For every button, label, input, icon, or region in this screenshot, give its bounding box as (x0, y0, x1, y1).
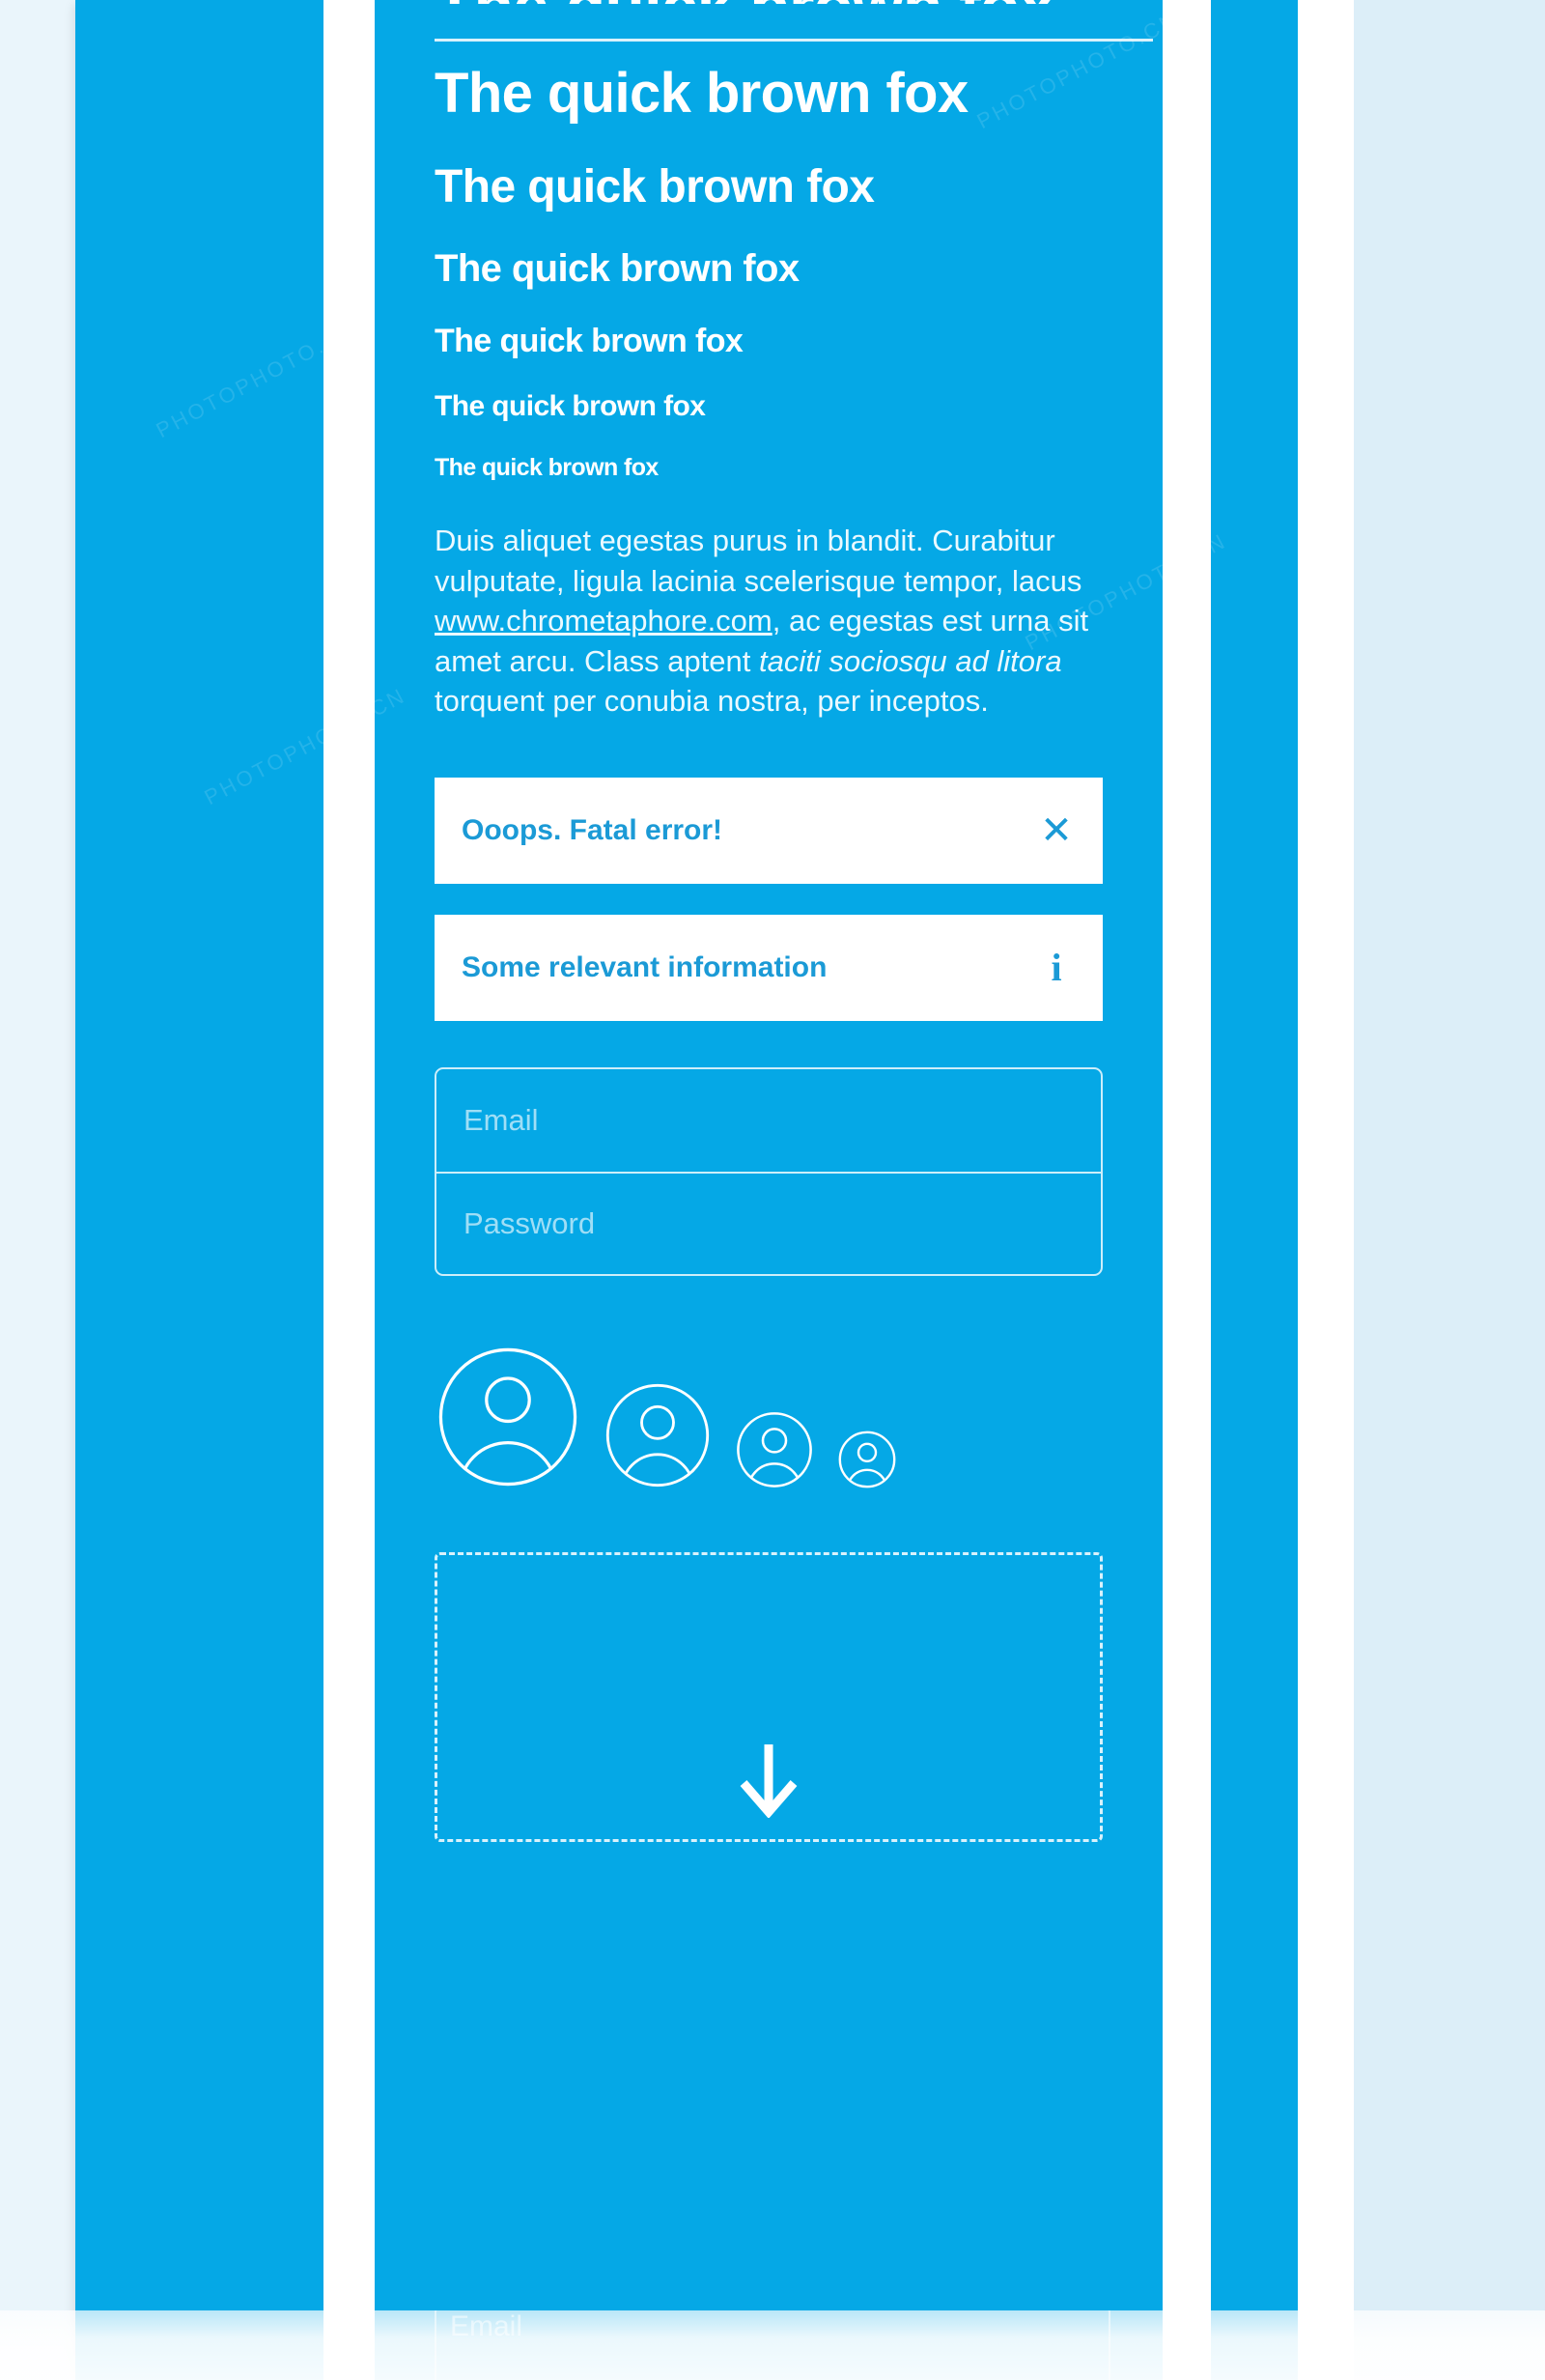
close-icon[interactable]: ✕ (1035, 809, 1078, 852)
background-gutter-left (323, 0, 375, 2380)
background-band-left-accent (75, 0, 323, 2380)
alert-info[interactable]: Some relevant information i (435, 914, 1103, 1021)
heading-h5: The quick brown fox (435, 390, 706, 422)
header-divider (435, 39, 1153, 42)
alert-error[interactable]: Ooops. Fatal error! ✕ (435, 777, 1103, 884)
heading-specimens: The quick brown fox The quick brown fox … (435, 0, 1103, 480)
heading-h4: The quick brown fox (435, 323, 744, 359)
heading-h6: The quick brown fox (435, 454, 659, 481)
avatar-md[interactable] (736, 1411, 813, 1488)
paragraph-emphasis: taciti sociosqu ad litora (759, 643, 1062, 678)
style-guide-panel: The quick brown fox The quick brown fox … (375, 0, 1163, 1842)
alert-info-message: Some relevant information (462, 950, 828, 983)
heading-h3: The quick brown fox (435, 247, 800, 290)
inline-link[interactable]: www.chrometaphore.com (435, 604, 772, 638)
arrow-down-icon (740, 1743, 798, 1818)
clipped-page-title: The quick brown fox (435, 0, 1054, 4)
file-dropzone[interactable] (435, 1551, 1103, 1842)
background-band-right-accent (1211, 0, 1298, 2380)
body-paragraph: Duis aliquet egestas purus in blandit. C… (435, 521, 1103, 722)
paragraph-text-part3: torquent per conubia nostra, per incepto… (435, 684, 989, 719)
login-field-group: Email Password (435, 1066, 1103, 1276)
avatar-xl[interactable] (436, 1346, 579, 1488)
heading-h2: The quick brown fox (435, 161, 875, 212)
ghost-field-group (435, 2310, 1110, 2380)
avatar-size-scale (435, 1346, 1103, 1488)
avatar-lg[interactable] (604, 1382, 711, 1488)
background-gutter-right (1163, 0, 1211, 2380)
password-placeholder: Password (464, 1205, 596, 1240)
alert-error-message: Ooops. Fatal error! (462, 813, 723, 846)
info-icon[interactable]: i (1035, 947, 1078, 989)
background-band-left-light (0, 0, 75, 2380)
email-field[interactable]: Email (436, 1069, 1101, 1172)
password-field[interactable]: Password (436, 1171, 1101, 1274)
bottom-ghost-content: Email (375, 2310, 1163, 2380)
avatar-sm[interactable] (838, 1431, 896, 1488)
email-placeholder: Email (464, 1102, 539, 1137)
heading-h1: The quick brown fox (435, 62, 969, 125)
background-gutter-far-right (1298, 0, 1354, 2380)
background-page-edge-right (1354, 0, 1545, 2380)
ghost-email-placeholder: Email (450, 2310, 523, 2342)
paragraph-text-part1: Duis aliquet egestas purus in blandit. C… (435, 524, 1082, 598)
